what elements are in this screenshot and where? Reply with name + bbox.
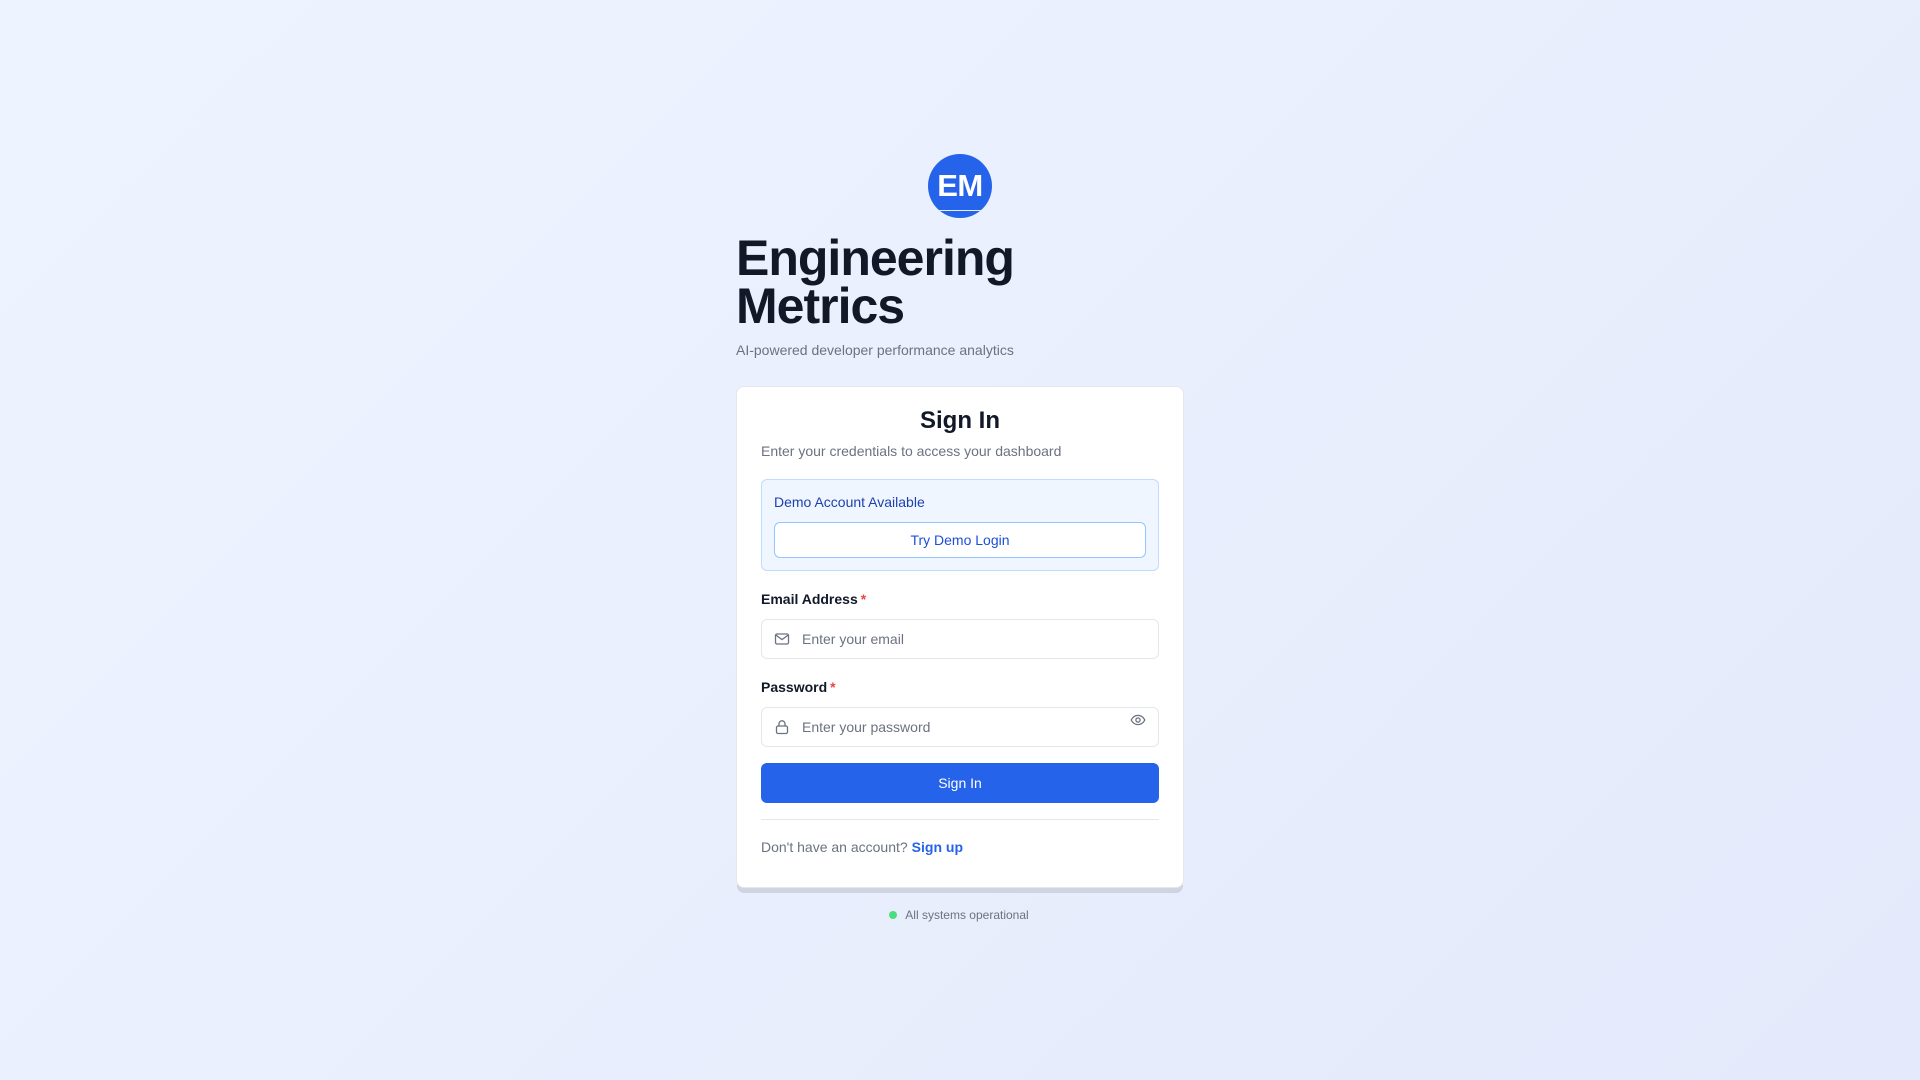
email-label: Email Address * xyxy=(761,591,866,607)
app-logo: EM xyxy=(928,154,992,218)
signup-row: Don't have an account? Sign up xyxy=(761,839,963,855)
demo-account-box: Demo Account Available Try Demo Login xyxy=(761,479,1159,571)
card-title: Sign In xyxy=(920,407,1000,434)
password-field[interactable]: Enter your password xyxy=(761,707,1159,747)
status-dot-icon xyxy=(889,911,898,919)
password-placeholder: Enter your password xyxy=(802,719,931,735)
mail-icon xyxy=(774,633,790,645)
try-demo-login-button[interactable]: Try Demo Login xyxy=(774,522,1146,558)
demo-account-label: Demo Account Available xyxy=(774,494,925,510)
sign-in-card: Sign In Enter your credentials to access… xyxy=(736,386,1184,888)
lock-icon xyxy=(775,720,789,735)
signup-prompt: Don't have an account? xyxy=(761,839,908,855)
password-required-mark: * xyxy=(830,679,836,695)
password-label-text: Password xyxy=(761,679,828,695)
system-status: All systems operational xyxy=(736,908,1182,922)
email-label-text: Email Address xyxy=(761,591,858,607)
status-text: All systems operational xyxy=(905,908,1029,922)
app-subtitle: AI-powered developer performance analyti… xyxy=(736,342,1014,358)
email-placeholder: Enter your email xyxy=(802,631,904,647)
eye-icon[interactable] xyxy=(1130,712,1146,728)
logo-text: EM xyxy=(937,168,983,203)
app-title: Engineering Metrics xyxy=(736,230,1015,334)
email-required-mark: * xyxy=(860,591,867,607)
sign-in-button[interactable]: Sign In xyxy=(761,763,1159,803)
divider xyxy=(761,819,1159,820)
password-label: Password * xyxy=(761,679,836,695)
email-field[interactable]: Enter your email xyxy=(761,619,1159,659)
card-description: Enter your credentials to access your da… xyxy=(761,443,1062,459)
logo-underline xyxy=(938,210,982,211)
sign-up-link[interactable]: Sign up xyxy=(912,839,963,855)
